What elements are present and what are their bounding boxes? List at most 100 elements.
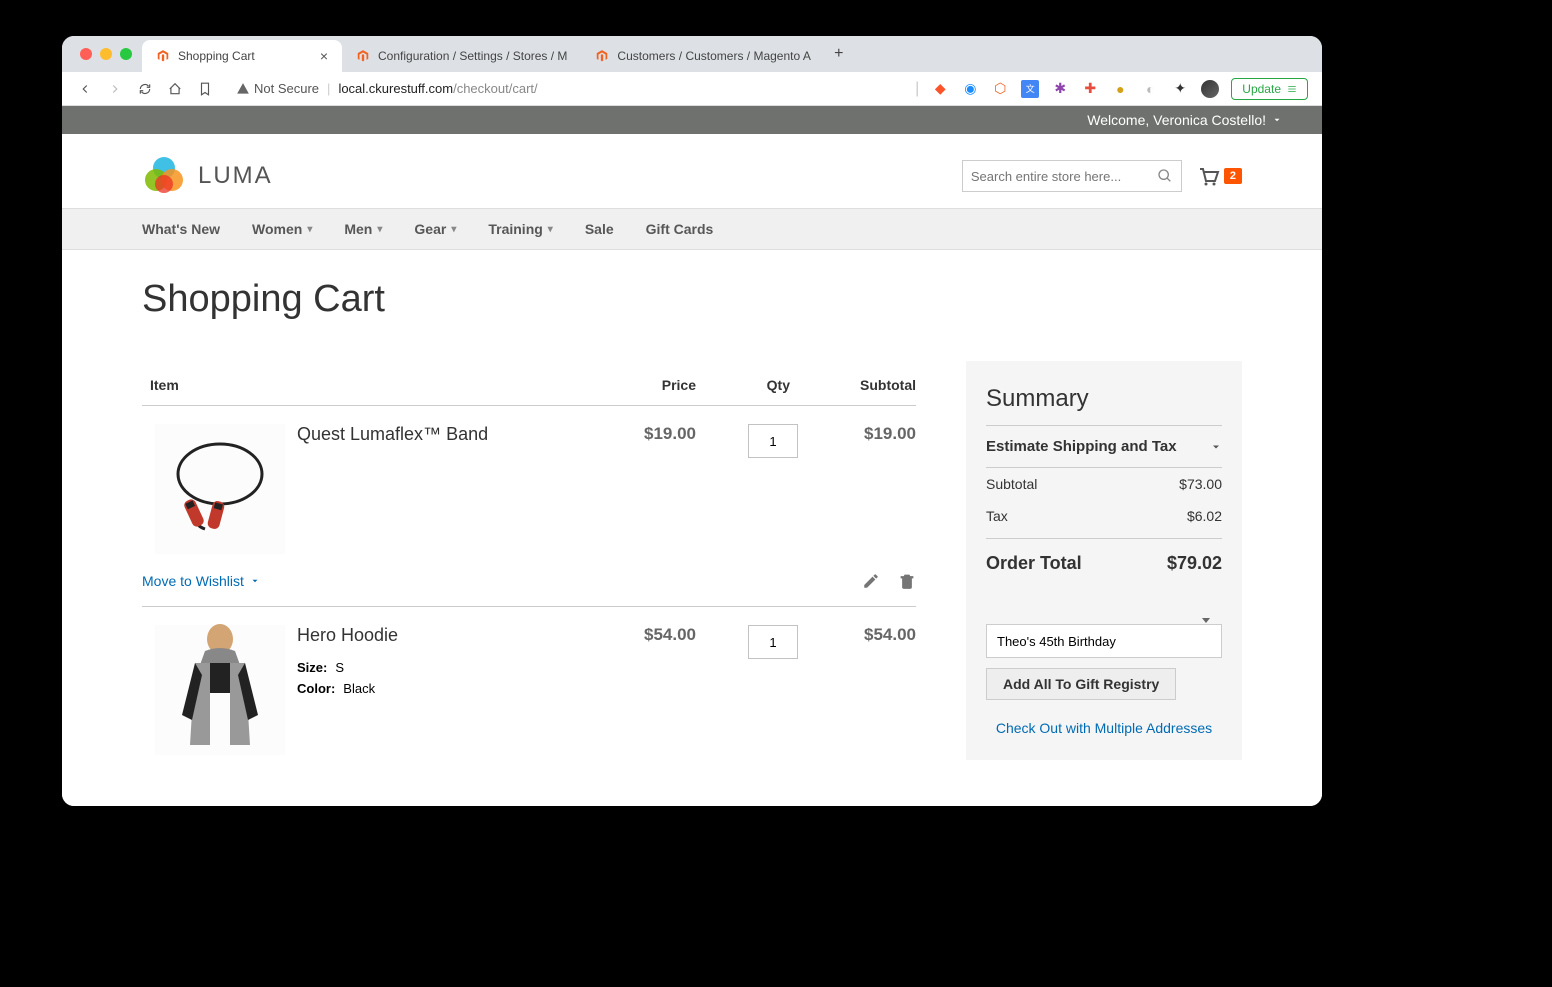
gray-ext-icon[interactable]: ◐: [1141, 80, 1159, 98]
reload-button[interactable]: [136, 80, 154, 98]
hoodie-image: [155, 625, 285, 755]
cart-items-section: Item Price Qty Subtotal: [142, 361, 916, 773]
nav-gift-cards[interactable]: Gift Cards: [646, 221, 714, 237]
main-nav: What's New Women▾ Men▾ Gear▾ Training▾ S…: [62, 208, 1322, 250]
qty-input[interactable]: [748, 625, 798, 659]
page-title: Shopping Cart: [142, 278, 1242, 321]
cookie-ext-icon[interactable]: ●: [1111, 80, 1129, 98]
welcome-banner: Welcome, Veronica Costello!: [62, 106, 1322, 134]
minicart[interactable]: 2: [1196, 164, 1242, 188]
tab-shopping-cart[interactable]: Shopping Cart ×: [142, 40, 342, 72]
edit-item-icon[interactable]: [862, 572, 880, 590]
new-tab-button[interactable]: +: [825, 40, 853, 68]
luma-logo-icon: [142, 154, 186, 198]
minimize-window-button[interactable]: [100, 48, 112, 60]
cart-table-header: Item Price Qty Subtotal: [142, 361, 916, 406]
chevron-down-icon: [250, 576, 260, 586]
product-name[interactable]: Hero Hoodie: [297, 625, 586, 646]
back-button[interactable]: [76, 80, 94, 98]
tab-title: Configuration / Settings / Stores / M: [378, 49, 567, 63]
tab-configuration[interactable]: Configuration / Settings / Stores / M: [342, 40, 581, 72]
jump-rope-image: [155, 424, 285, 554]
search-input[interactable]: [971, 169, 1157, 184]
th-qty: Qty: [696, 377, 806, 393]
th-subtotal: Subtotal: [806, 377, 916, 393]
magento-favicon-icon: [156, 49, 170, 63]
nav-training[interactable]: Training▾: [488, 221, 552, 237]
product-thumbnail[interactable]: [142, 424, 297, 554]
update-button[interactable]: Update: [1231, 78, 1308, 100]
cart-item: Quest Lumaflex™ Band $19.00 $19.00: [142, 406, 916, 607]
summary-total-row: Order Total $79.02: [986, 538, 1222, 584]
chevron-down-icon: [1210, 441, 1222, 453]
store-header: LUMA 2: [142, 134, 1242, 208]
extension-icons: | ◆ ◉ ⬡ 文 ✱ ✚ ● ◐ ✦ Update: [915, 78, 1308, 100]
store-logo[interactable]: LUMA: [142, 154, 273, 198]
qty-input[interactable]: [748, 424, 798, 458]
item-price: $54.00: [586, 625, 696, 645]
account-dropdown-icon[interactable]: [1272, 115, 1282, 125]
summary-subtotal-row: Subtotal $73.00: [986, 468, 1222, 500]
home-button[interactable]: [166, 80, 184, 98]
th-item: Item: [142, 377, 586, 393]
move-to-wishlist-link[interactable]: Move to Wishlist: [142, 573, 260, 589]
product-name[interactable]: Quest Lumaflex™ Band: [297, 424, 586, 445]
address-bar: Not Secure | local.ckurestuff.com/checko…: [62, 72, 1322, 106]
window-controls: [74, 36, 142, 72]
maximize-window-button[interactable]: [120, 48, 132, 60]
nav-women[interactable]: Women▾: [252, 221, 312, 237]
chevron-down-icon: ▾: [548, 224, 553, 235]
cart-icon: [1196, 164, 1220, 188]
summary-tax-row: Tax $6.02: [986, 500, 1222, 532]
tab-bar: Shopping Cart × Configuration / Settings…: [62, 36, 1322, 72]
cart-count-badge: 2: [1224, 168, 1242, 184]
item-price: $19.00: [586, 424, 696, 444]
extensions-puzzle-icon[interactable]: ✦: [1171, 80, 1189, 98]
close-window-button[interactable]: [80, 48, 92, 60]
summary-sidebar: Summary Estimate Shipping and Tax Subtot…: [966, 361, 1242, 773]
item-subtotal: $54.00: [806, 625, 916, 645]
tab-title: Customers / Customers / Magento A: [617, 49, 810, 63]
magento-favicon-icon: [356, 49, 370, 63]
nav-whats-new[interactable]: What's New: [142, 221, 220, 237]
nav-gear[interactable]: Gear▾: [414, 221, 456, 237]
magento-ext-icon[interactable]: ⬡: [991, 80, 1009, 98]
welcome-text: Welcome, Veronica Costello!: [1087, 112, 1266, 128]
chevron-down-icon: ▾: [377, 224, 382, 235]
bookmark-button[interactable]: [196, 80, 214, 98]
tab-customers[interactable]: Customers / Customers / Magento A: [581, 40, 824, 72]
nav-sale[interactable]: Sale: [585, 221, 614, 237]
store-search[interactable]: [962, 160, 1182, 192]
chevron-down-icon: ▾: [307, 224, 312, 235]
item-attribute: Size:S: [297, 660, 586, 675]
nav-men[interactable]: Men▾: [344, 221, 382, 237]
magento-favicon-icon: [595, 49, 609, 63]
multiple-addresses-link[interactable]: Check Out with Multiple Addresses: [986, 720, 1222, 736]
logo-text: LUMA: [198, 162, 273, 190]
search-icon[interactable]: [1157, 168, 1173, 184]
url-bar[interactable]: Not Secure | local.ckurestuff.com/checko…: [226, 77, 903, 100]
shipping-estimate-toggle[interactable]: Estimate Shipping and Tax: [986, 426, 1222, 468]
item-attribute: Color:Black: [297, 681, 586, 696]
brave-shield-icon[interactable]: ◆: [931, 80, 949, 98]
forward-button[interactable]: [106, 80, 124, 98]
tab-title: Shopping Cart: [178, 49, 255, 63]
delete-item-icon[interactable]: [898, 572, 916, 590]
add-to-registry-button[interactable]: Add All To Gift Registry: [986, 668, 1176, 700]
onepassword-icon[interactable]: ◉: [961, 80, 979, 98]
gift-registry-select[interactable]: Theo's 45th Birthday: [986, 624, 1222, 658]
item-subtotal: $19.00: [806, 424, 916, 444]
translate-icon[interactable]: 文: [1021, 80, 1039, 98]
product-thumbnail[interactable]: [142, 625, 297, 755]
th-price: Price: [586, 377, 696, 393]
chevron-down-icon: ▾: [451, 224, 456, 235]
purple-ext-icon[interactable]: ✱: [1051, 80, 1069, 98]
profile-avatar-icon[interactable]: [1201, 80, 1219, 98]
browser-window: Shopping Cart × Configuration / Settings…: [62, 36, 1322, 806]
cart-item: Hero Hoodie Size:S Color:Black $54.00: [142, 607, 916, 773]
security-warning: Not Secure: [236, 81, 319, 96]
url-text: local.ckurestuff.com/checkout/cart/: [338, 81, 537, 96]
page-viewport[interactable]: Welcome, Veronica Costello!: [62, 106, 1322, 806]
firstaid-ext-icon[interactable]: ✚: [1081, 80, 1099, 98]
close-tab-icon[interactable]: ×: [320, 48, 328, 64]
